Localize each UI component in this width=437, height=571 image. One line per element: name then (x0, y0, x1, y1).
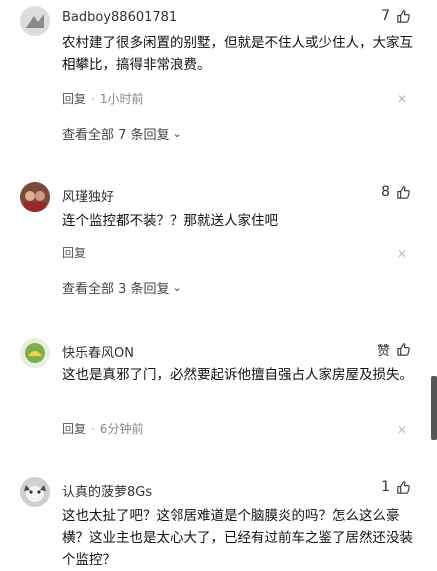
comment-text: 连个监控都不装？？那就送人家住吧 (62, 213, 278, 229)
scrollbar[interactable] (431, 376, 437, 440)
separator-dot: · (91, 91, 95, 106)
close-icon[interactable]: ✕ (397, 248, 407, 260)
thumbs-up-icon (396, 342, 411, 357)
comment-text: 农村建了很多闲置的别墅，但就是不住人或少住人，大家互相攀比，搞得非常浪费。 (62, 35, 413, 73)
avatar[interactable] (20, 477, 50, 507)
username[interactable]: 认真的菠萝8Gs (62, 481, 152, 500)
close-icon[interactable]: ✕ (397, 424, 407, 436)
avatar[interactable] (20, 338, 50, 368)
close-icon[interactable]: ✕ (397, 93, 407, 105)
view-replies-link[interactable]: 查看全部 7 条回复 ⌄ (62, 124, 182, 143)
like-button[interactable]: 1 (381, 479, 411, 495)
avatar[interactable] (20, 182, 50, 212)
comment-text: 这也太扯了吧？这邻居难道是个脑膜炎的吗？怎么这么豪横？这业主也是太心大了，已经有… (62, 508, 413, 568)
timestamp: 1小时前 (99, 92, 144, 106)
thumbs-up-icon (396, 9, 411, 24)
chevron-down-icon: ⌄ (172, 281, 182, 294)
like-button[interactable]: 7 (381, 8, 411, 24)
thumbs-up-icon (396, 185, 411, 200)
like-count: 7 (381, 8, 390, 24)
view-replies-label: 查看全部 7 条回复 (62, 128, 170, 143)
timestamp: 6分钟前 (99, 422, 144, 436)
view-replies-link[interactable]: 查看全部 3 条回复 ⌄ (62, 278, 182, 297)
separator-dot: · (91, 421, 95, 436)
view-replies-label: 查看全部 3 条回复 (62, 282, 170, 297)
comment-text: 这也是真邪了门，必然要起诉他擅自强占人家房屋及损失。 (62, 367, 413, 383)
like-count: 8 (381, 184, 390, 200)
chevron-down-icon: ⌄ (172, 127, 182, 140)
reply-button[interactable]: 回复 (62, 244, 86, 261)
username[interactable]: 风瑾独好 (62, 186, 114, 205)
username[interactable]: Badboy88601781 (62, 10, 177, 25)
like-button[interactable]: 8 (381, 184, 411, 200)
reply-button[interactable]: 回复 (62, 420, 86, 437)
comment-meta: 回复 (62, 244, 86, 261)
comment-meta: 回复 · 6分钟前 (62, 420, 143, 437)
reply-button[interactable]: 回复 (62, 90, 86, 107)
like-button[interactable]: 赞 (377, 340, 411, 359)
thumbs-up-icon (396, 480, 411, 495)
like-count: 1 (381, 479, 390, 495)
like-count: 赞 (376, 344, 390, 359)
comment-meta: 回复 · 1小时前 (62, 90, 143, 107)
avatar[interactable] (20, 6, 50, 36)
username[interactable]: 快乐春风ON (62, 342, 134, 361)
